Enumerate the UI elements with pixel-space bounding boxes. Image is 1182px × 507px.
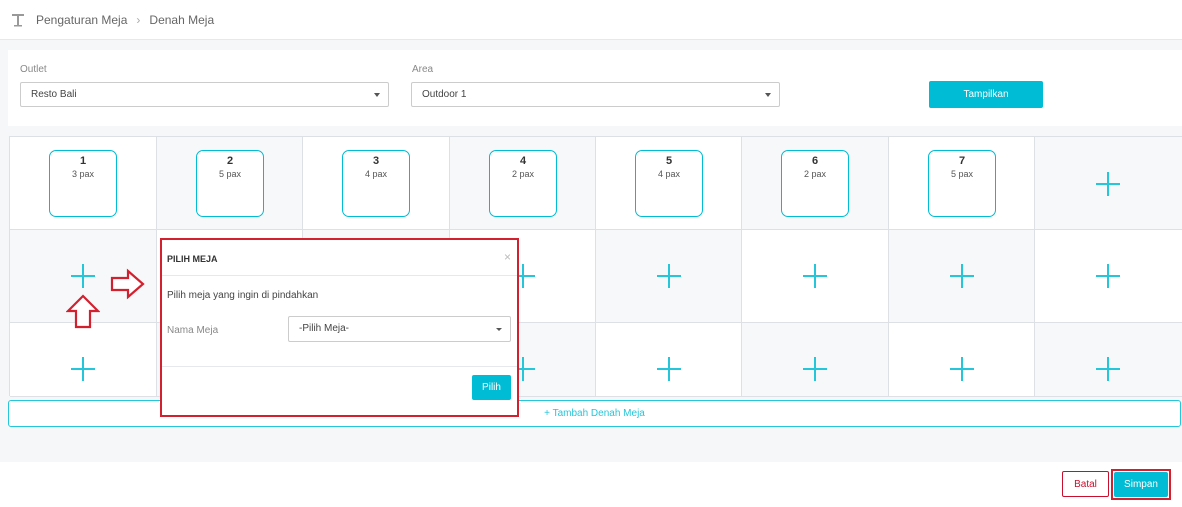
close-icon[interactable]: × <box>504 250 511 264</box>
grid-cell: 6 2 pax <box>742 137 889 230</box>
table-card-6[interactable]: 6 2 pax <box>781 150 849 217</box>
save-button[interactable]: Simpan <box>1114 472 1168 497</box>
table-card-2[interactable]: 2 5 pax <box>196 150 264 217</box>
chevron-right-icon: › <box>136 12 141 27</box>
area-select[interactable]: Outdoor 1 <box>411 82 780 107</box>
table-capacity: 3 pax <box>71 169 95 179</box>
grid-cell-empty[interactable] <box>742 230 889 323</box>
grid-cell: 4 2 pax <box>450 137 596 230</box>
table-card-1[interactable]: 1 3 pax <box>49 150 117 217</box>
show-button[interactable]: Tampilkan <box>929 81 1043 108</box>
table-card-5[interactable]: 5 4 pax <box>635 150 703 217</box>
plus-icon[interactable] <box>657 357 681 381</box>
footer-bar <box>0 462 1182 507</box>
breadcrumb-item-floor-plan: Denah Meja <box>149 12 215 27</box>
grid-cell-empty[interactable] <box>1035 137 1182 230</box>
plus-icon[interactable] <box>71 264 95 288</box>
plus-icon[interactable] <box>803 357 827 381</box>
modal-title: PILIH MEJA <box>167 254 218 264</box>
table-capacity: 2 pax <box>803 169 827 179</box>
table-number: 5 <box>665 155 673 167</box>
caret-down-icon <box>765 93 771 97</box>
area-select-value: Outdoor 1 <box>422 89 467 100</box>
table-capacity: 5 pax <box>950 169 974 179</box>
outlet-select-value: Resto Bali <box>31 89 77 100</box>
modal-instruction: Pilih meja yang ingin di pindahkan <box>167 290 319 301</box>
cancel-button[interactable]: Batal <box>1062 471 1109 497</box>
filter-panel: Outlet Resto Bali Area Outdoor 1 Tampilk… <box>8 50 1182 126</box>
grid-cell: 5 4 pax <box>596 137 742 230</box>
plus-icon[interactable] <box>657 264 681 288</box>
modal-header: PILIH MEJA × <box>162 240 517 276</box>
plus-icon[interactable] <box>1096 172 1120 196</box>
caret-down-icon <box>496 328 502 331</box>
table-name-label: Nama Meja <box>167 325 219 336</box>
table-capacity: 5 pax <box>218 169 242 179</box>
table-number: 4 <box>519 155 527 167</box>
plus-icon[interactable] <box>1096 357 1120 381</box>
table-capacity: 2 pax <box>511 169 535 179</box>
table-capacity: 4 pax <box>364 169 388 179</box>
table-icon <box>12 13 24 26</box>
grid-cell-empty[interactable] <box>1035 323 1182 397</box>
table-card-3[interactable]: 3 4 pax <box>342 150 410 217</box>
table-card-7[interactable]: 7 5 pax <box>928 150 996 217</box>
plus-icon[interactable] <box>950 357 974 381</box>
top-bar: Pengaturan Meja › Denah Meja <box>0 0 1182 40</box>
grid-cell-empty[interactable] <box>742 323 889 397</box>
arrow-right-icon <box>110 268 145 300</box>
plus-icon[interactable] <box>803 264 827 288</box>
plus-icon[interactable] <box>71 357 95 381</box>
choose-button[interactable]: Pilih <box>472 375 511 400</box>
table-capacity: 4 pax <box>657 169 681 179</box>
table-name-select-value: -Pilih Meja- <box>299 323 350 334</box>
outlet-label: Outlet <box>20 64 47 75</box>
outlet-select[interactable]: Resto Bali <box>20 82 389 107</box>
grid-cell-empty[interactable] <box>10 323 157 397</box>
grid-cell-empty[interactable] <box>889 323 1035 397</box>
grid-cell: 2 5 pax <box>157 137 303 230</box>
grid-cell-empty[interactable] <box>596 323 742 397</box>
table-number: 1 <box>79 155 87 167</box>
table-number: 3 <box>372 155 380 167</box>
arrow-up-icon <box>66 294 100 329</box>
modal-divider <box>162 366 517 367</box>
grid-cell-empty[interactable] <box>1035 230 1182 323</box>
grid-cell: 7 5 pax <box>889 137 1035 230</box>
grid-cell-empty[interactable] <box>889 230 1035 323</box>
area-label: Area <box>412 64 434 75</box>
grid-cell-empty[interactable] <box>596 230 742 323</box>
caret-down-icon <box>374 93 380 97</box>
select-table-modal: PILIH MEJA × Pilih meja yang ingin di pi… <box>160 238 519 417</box>
breadcrumb-item-table-settings[interactable]: Pengaturan Meja <box>36 13 127 27</box>
grid-cell: 1 3 pax <box>10 137 157 230</box>
grid-cell: 3 4 pax <box>303 137 450 230</box>
plus-icon[interactable] <box>1096 264 1120 288</box>
plus-icon[interactable] <box>950 264 974 288</box>
table-number: 7 <box>958 155 966 167</box>
table-number: 6 <box>811 155 819 167</box>
table-name-select[interactable]: -Pilih Meja- <box>288 316 511 342</box>
table-number: 2 <box>226 155 234 167</box>
table-card-4[interactable]: 4 2 pax <box>489 150 557 217</box>
